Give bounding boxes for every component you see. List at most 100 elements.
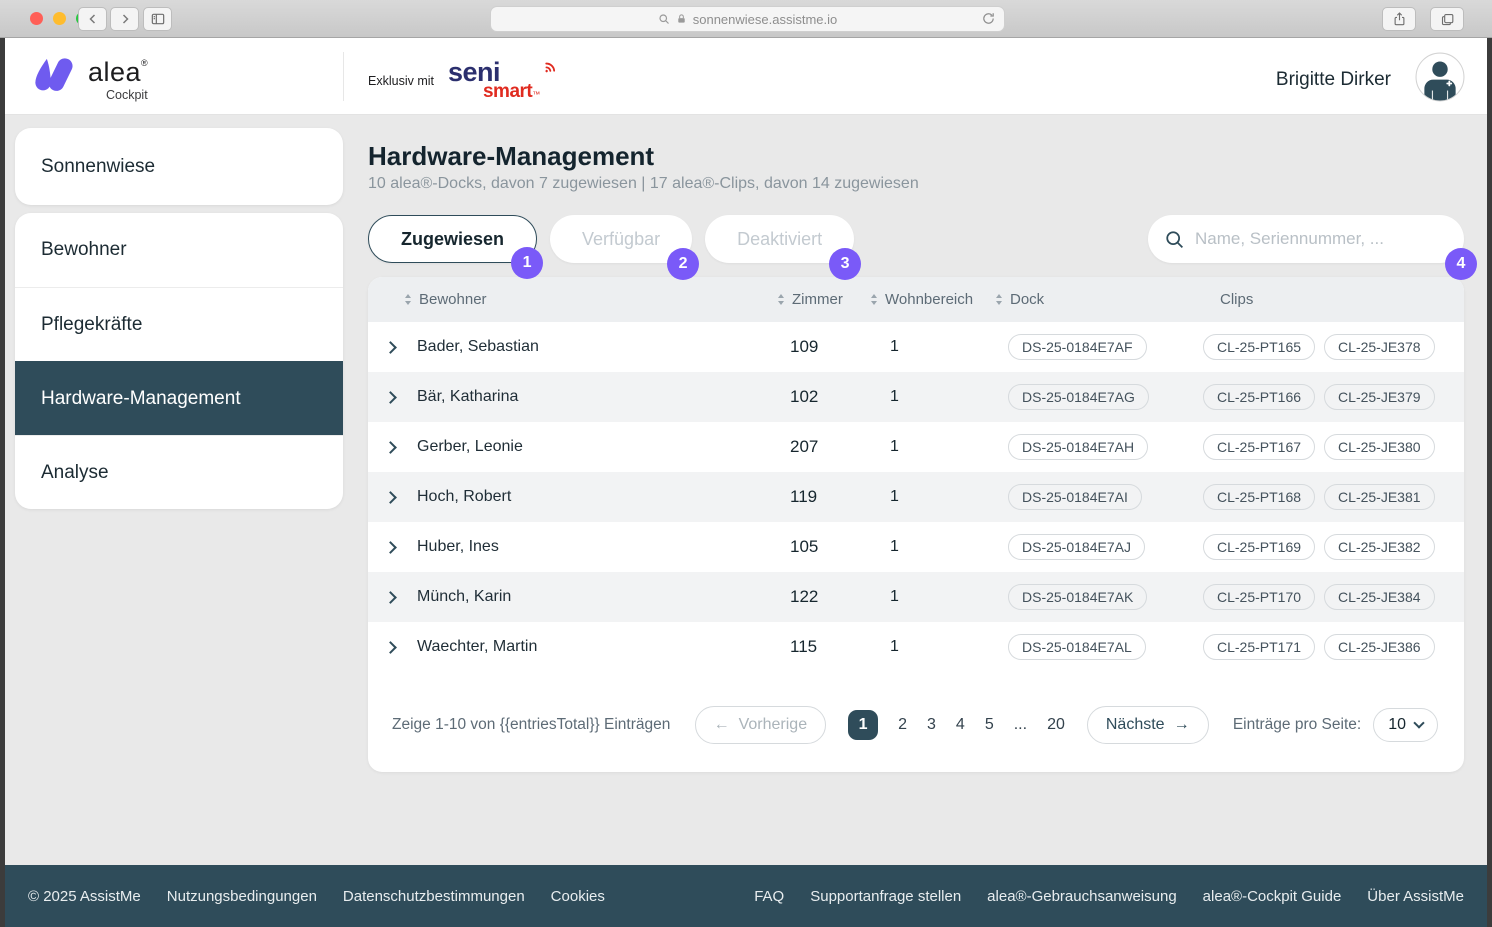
- sidebar-item-pflegekraefte[interactable]: Pflegekräfte: [15, 287, 343, 361]
- sort-icon[interactable]: [871, 293, 878, 306]
- alea-logo-icon: [30, 52, 76, 98]
- page-4[interactable]: 4: [956, 716, 965, 734]
- footer-link-cookies[interactable]: Cookies: [551, 888, 605, 905]
- next-page-button[interactable]: Nächste →: [1087, 706, 1209, 744]
- brand-subtitle: Cockpit: [88, 89, 148, 102]
- per-page-select[interactable]: 10: [1373, 708, 1438, 742]
- address-bar[interactable]: sonnenwiese.assistme.io: [490, 6, 1005, 32]
- page-3[interactable]: 3: [927, 716, 936, 734]
- dock-serial-badge: DS-25-0184E7AK: [1008, 584, 1147, 610]
- sort-icon[interactable]: [778, 293, 785, 306]
- clip-serial-badge: CL-25-JE379: [1324, 384, 1435, 410]
- clip-serial-badge: CL-25-JE378: [1324, 334, 1435, 360]
- sidebar-item-facility[interactable]: Sonnenwiese: [15, 128, 343, 205]
- expand-chevron-icon[interactable]: [384, 641, 397, 654]
- expand-chevron-icon[interactable]: [384, 441, 397, 454]
- resident-name: Bader, Sebastian: [405, 338, 790, 356]
- search-icon: [658, 13, 670, 25]
- table-row[interactable]: Gerber, Leonie 207 1 DS-25-0184E7AH CL-2…: [368, 422, 1464, 472]
- column-wohnbereich: Wohnbereich: [883, 291, 1008, 308]
- footer-link-datenschutz[interactable]: Datenschutzbestimmungen: [343, 888, 525, 905]
- share-button[interactable]: [1382, 7, 1416, 31]
- user-name: Brigitte Dirker: [1276, 69, 1391, 91]
- sort-icon[interactable]: [405, 293, 412, 306]
- sidebar-item-bewohner[interactable]: Bewohner: [15, 213, 343, 287]
- alea-logo: alea® Cockpit: [30, 52, 148, 102]
- column-dock: Dock: [1008, 291, 1203, 308]
- partner-prefix: Exklusiv mit: [368, 74, 434, 88]
- table-row[interactable]: Bader, Sebastian 109 1 DS-25-0184E7AF CL…: [368, 322, 1464, 372]
- footer-link-faq[interactable]: FAQ: [754, 888, 784, 905]
- page-numbers: 1 2 3 4 5 ... 20: [848, 710, 1065, 740]
- expand-chevron-icon[interactable]: [384, 391, 397, 404]
- footer-link-support[interactable]: Supportanfrage stellen: [810, 888, 961, 905]
- tab-deaktiviert[interactable]: Deaktiviert 3: [705, 215, 854, 263]
- clip-serial-badge: CL-25-JE380: [1324, 434, 1435, 460]
- sidebar-item-analyse[interactable]: Analyse: [15, 435, 343, 509]
- dock-serial-badge: DS-25-0184E7AL: [1008, 634, 1146, 660]
- clip-serial-badge: CL-25-JE386: [1324, 634, 1435, 660]
- tab-zugewiesen[interactable]: Zugewiesen 1: [368, 215, 537, 263]
- sort-icon[interactable]: [996, 293, 1003, 306]
- table-row[interactable]: Hoch, Robert 119 1 DS-25-0184E7AI CL-25-…: [368, 472, 1464, 522]
- next-label: Nächste: [1106, 716, 1165, 734]
- forward-button[interactable]: [110, 7, 139, 31]
- dock-serial-badge: DS-25-0184E7AJ: [1008, 534, 1145, 560]
- room-number: 122: [790, 587, 883, 607]
- page-1[interactable]: 1: [848, 710, 878, 740]
- footer-link-nutzungsbedingungen[interactable]: Nutzungsbedingungen: [167, 888, 317, 905]
- column-label: Zimmer: [792, 291, 843, 308]
- footer-link-gebrauchsanweisung[interactable]: alea®-Gebrauchsanweisung: [987, 888, 1177, 905]
- avatar[interactable]: [1415, 52, 1465, 107]
- tab-overview-button[interactable]: [1430, 7, 1464, 31]
- table-row[interactable]: Münch, Karin 122 1 DS-25-0184E7AK CL-25-…: [368, 572, 1464, 622]
- chevron-down-icon: [1413, 717, 1424, 728]
- search-input[interactable]: [1195, 229, 1464, 249]
- reload-icon: [981, 11, 996, 26]
- status-tabs: Zugewiesen 1 Verfügbar 2 Deaktiviert 3: [368, 215, 854, 263]
- sidebar-icon: [150, 11, 166, 27]
- living-area: 1: [883, 338, 1008, 356]
- sidebar-toggle-button[interactable]: [143, 7, 172, 31]
- clip-serial-badge: CL-25-PT169: [1203, 534, 1315, 560]
- room-number: 102: [790, 387, 883, 407]
- expand-chevron-icon[interactable]: [384, 491, 397, 504]
- expand-chevron-icon[interactable]: [384, 591, 397, 604]
- clip-serial-badge: CL-25-PT170: [1203, 584, 1315, 610]
- resident-name: Gerber, Leonie: [405, 438, 790, 456]
- seni-smart-logo: seni smart™: [448, 62, 560, 99]
- chevron-right-icon: [119, 13, 131, 25]
- column-clips: Clips: [1203, 291, 1464, 308]
- minimize-window-button[interactable]: [53, 12, 66, 25]
- brand-name: alea: [88, 57, 141, 87]
- table-header: Bewohner Zimmer Wohnbereich Dock Clips: [368, 277, 1464, 322]
- table-row[interactable]: Huber, Ines 105 1 DS-25-0184E7AJ CL-25-P…: [368, 522, 1464, 572]
- room-number: 109: [790, 337, 883, 357]
- dock-serial-badge: DS-25-0184E7AI: [1008, 484, 1142, 510]
- table-row[interactable]: Waechter, Martin 115 1 DS-25-0184E7AL CL…: [368, 622, 1464, 672]
- resident-name: Bär, Katharina: [405, 388, 790, 406]
- expand-chevron-icon[interactable]: [384, 541, 397, 554]
- table-row[interactable]: Bär, Katharina 102 1 DS-25-0184E7AG CL-2…: [368, 372, 1464, 422]
- page-5[interactable]: 5: [985, 716, 994, 734]
- hardware-table-card: Bewohner Zimmer Wohnbereich Dock Clips B…: [368, 277, 1464, 772]
- footer-link-cockpit-guide[interactable]: alea®-Cockpit Guide: [1203, 888, 1342, 905]
- back-button[interactable]: [78, 7, 107, 31]
- tab-verfuegbar[interactable]: Verfügbar 2: [550, 215, 692, 263]
- clip-serial-badge: CL-25-PT166: [1203, 384, 1315, 410]
- close-window-button[interactable]: [30, 12, 43, 25]
- resident-name: Huber, Ines: [405, 538, 790, 556]
- previous-page-button[interactable]: ← Vorherige: [695, 706, 827, 744]
- column-label: Bewohner: [419, 291, 487, 308]
- reload-button[interactable]: [981, 11, 996, 31]
- arrow-right-icon: →: [1174, 716, 1190, 734]
- footer-link-ueber-assistme[interactable]: Über AssistMe: [1367, 888, 1464, 905]
- expand-chevron-icon[interactable]: [384, 341, 397, 354]
- share-icon: [1392, 11, 1407, 27]
- trademark: ™: [532, 90, 540, 99]
- dock-serial-badge: DS-25-0184E7AF: [1008, 334, 1147, 360]
- page-20[interactable]: 20: [1047, 716, 1065, 734]
- window-edge: [1487, 38, 1492, 927]
- sidebar-item-hardware-management[interactable]: Hardware-Management: [15, 361, 343, 435]
- page-2[interactable]: 2: [898, 716, 907, 734]
